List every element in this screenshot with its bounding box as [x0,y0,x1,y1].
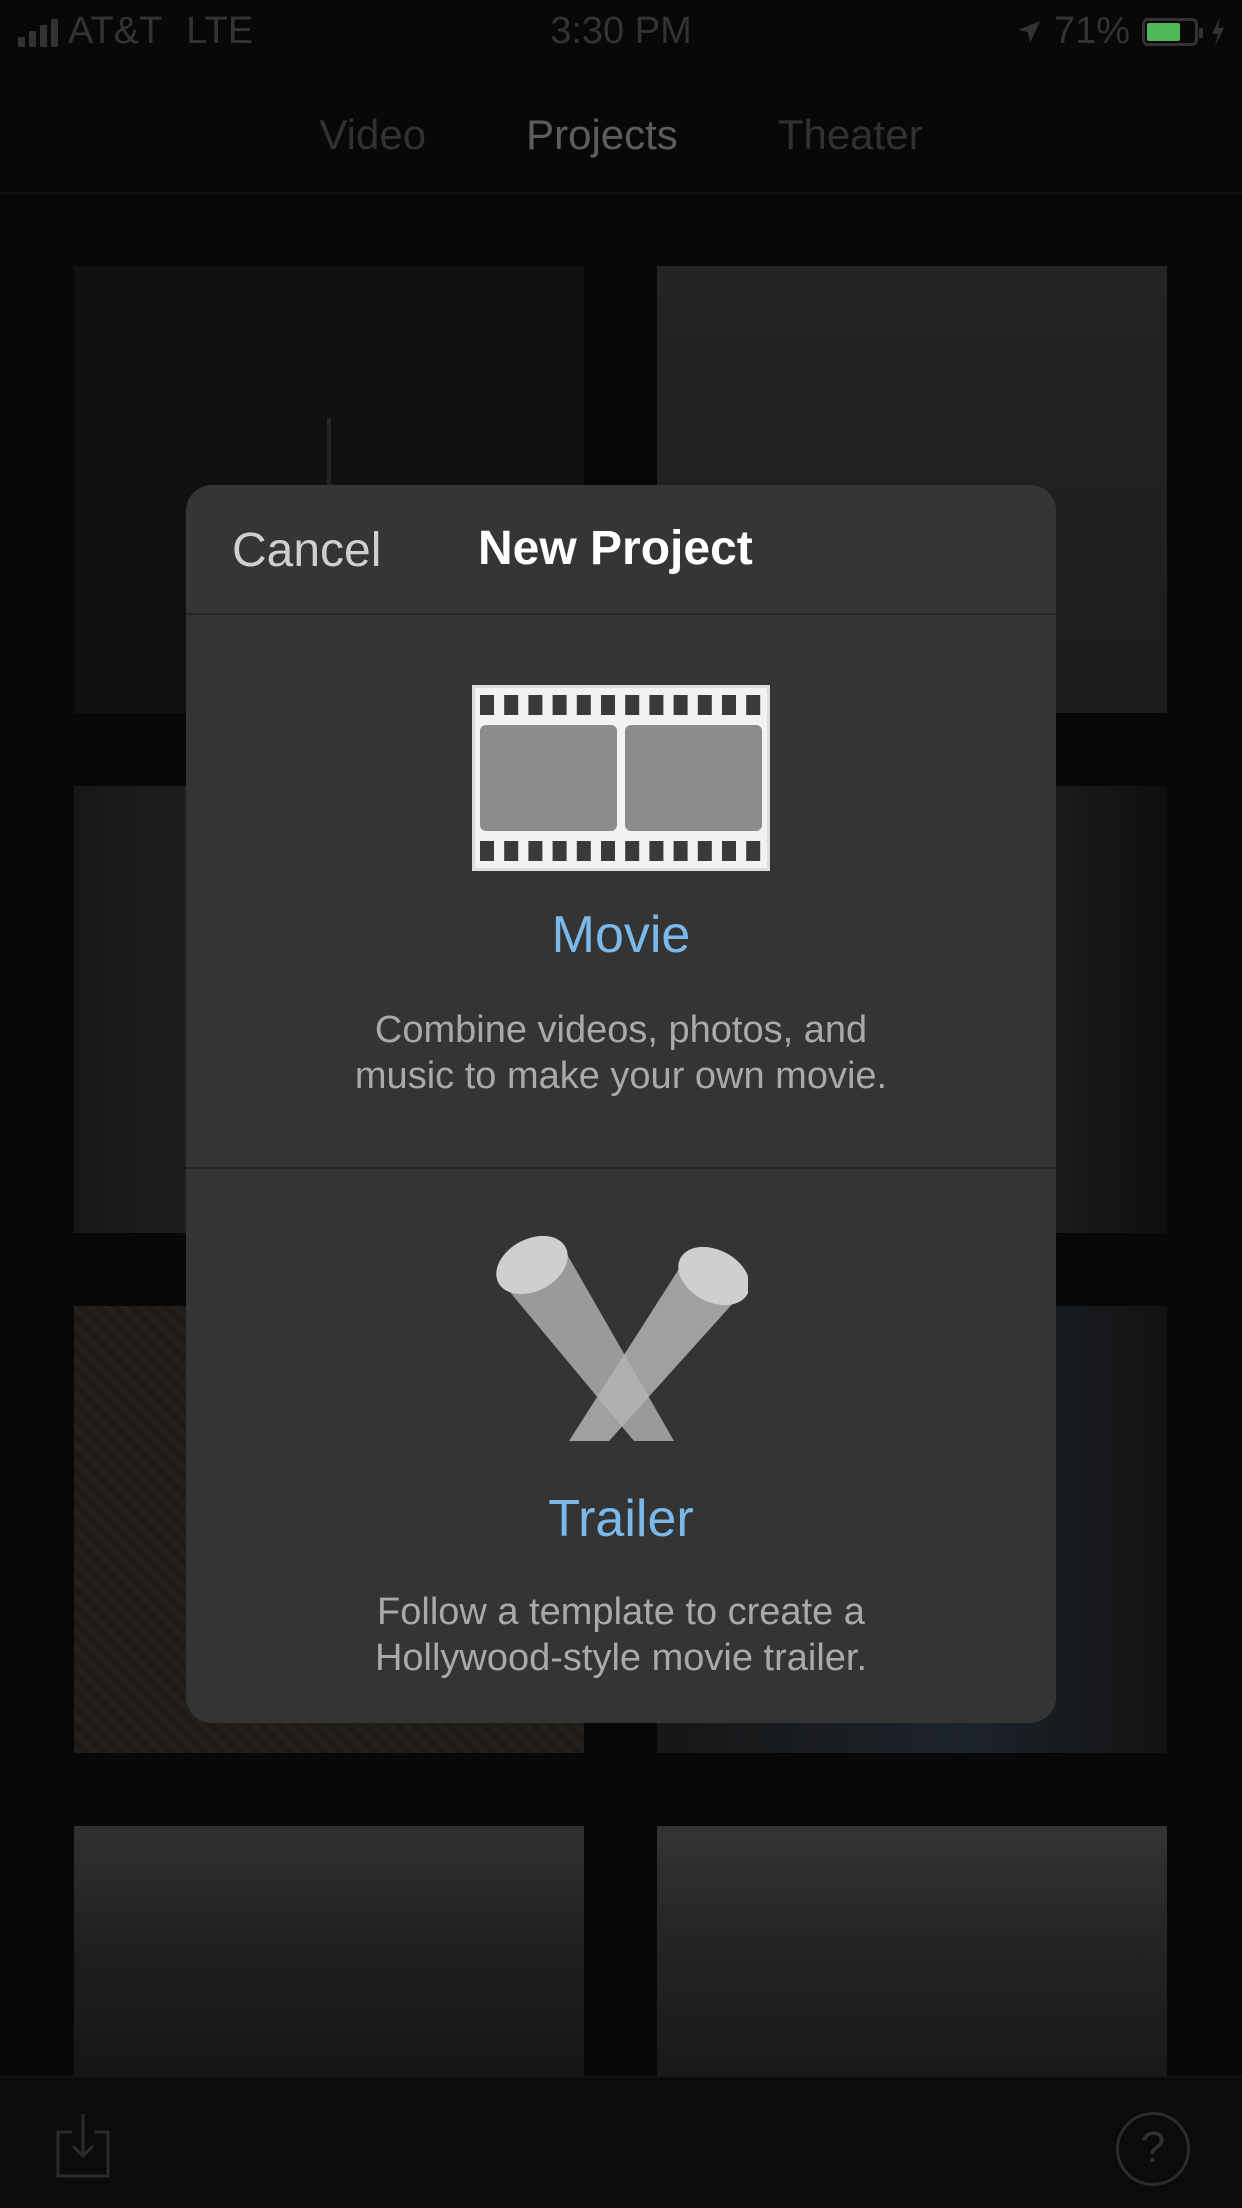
spotlights-icon [496,1235,748,1441]
cancel-button[interactable]: Cancel [232,523,381,578]
movie-description-line: music to make your own movie. [354,1055,888,1097]
trailer-option[interactable]: Trailer Follow a template to create a Ho… [186,1169,1056,1721]
trailer-description-line: Hollywood-style movie trailer. [374,1637,868,1679]
new-project-dialog: Cancel New Project Movie Combine videos,… [186,485,1056,1723]
movie-description: Combine videos, photos, and music to mak… [186,1007,1056,1099]
movie-description-line: Combine videos, photos, and [374,1009,868,1051]
movie-option[interactable]: Movie Combine videos, photos, and music … [186,615,1056,1169]
film-strip-icon [472,685,770,871]
trailer-description-line: Follow a template to create a [377,1591,865,1633]
movie-label: Movie [551,906,691,964]
trailer-description: Follow a template to create a Hollywood-… [186,1589,1056,1681]
trailer-label: Trailer [548,1490,694,1548]
dialog-title: New Project [478,522,753,575]
imovie-projects-screen: AT&T LTE 3:30 PM 71% Video Projects Thea… [0,0,1242,2208]
dialog-header: Cancel New Project [186,485,1056,615]
